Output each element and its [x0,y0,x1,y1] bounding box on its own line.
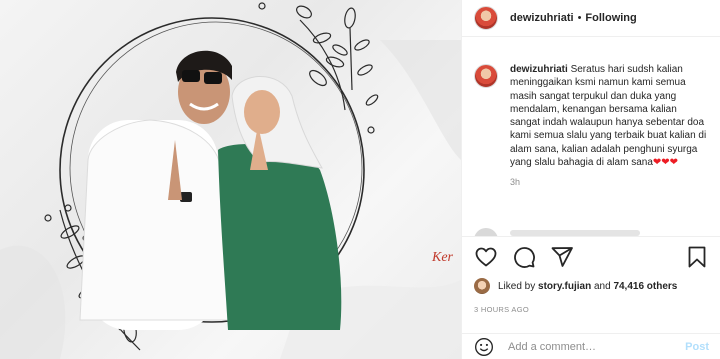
heart-emojis: ❤❤❤ [652,157,679,169]
comment-icon[interactable] [512,245,536,269]
header-username[interactable]: dewizuhriati [510,12,574,24]
post-photo-illustration [0,2,461,359]
comment-input[interactable] [508,340,686,353]
caption-body: Seratus hari sudsh kalian meninggaikan k… [510,64,707,169]
share-icon[interactable] [550,245,574,269]
caption-username[interactable]: dewizuhriati [510,64,568,75]
heart-icon[interactable] [474,245,498,269]
likes-text: Liked by story.fujian and 74,416 others [498,281,677,292]
bookmark-icon[interactable] [685,245,709,269]
post-header: dewizuhriati • Following [462,0,720,37]
post-side-panel: dewizuhriati • Following dewizuhriati Se… [461,0,720,359]
caption-avatar[interactable] [474,64,498,88]
action-bar [462,236,720,276]
following-button[interactable]: Following [585,12,636,24]
liker-avatar[interactable] [474,278,490,294]
likes-count[interactable]: 74,416 others [613,281,677,292]
emoji-icon[interactable] [474,337,494,357]
posted-time[interactable]: 3 HOURS AGO [474,305,529,314]
woman-figure [218,76,342,330]
man-figure [79,50,232,330]
next-comment-partial [474,228,714,236]
overlay-text: Ker [432,250,453,265]
caption-time[interactable]: 3h [510,177,708,187]
post-button[interactable]: Post [685,341,709,353]
caption-comment: dewizuhriati Seratus hari sudsh kalian m… [462,37,720,187]
add-comment-bar: Post [462,333,720,359]
separator-dot: • [577,12,582,24]
likes-prefix: Liked by [498,280,536,292]
avatar[interactable] [474,6,498,30]
likes-summary: Liked by story.fujian and 74,416 others [474,278,677,294]
caption-block: dewizuhriati Seratus hari sudsh kalian m… [510,63,708,187]
caption-text: dewizuhriati Seratus hari sudsh kalian m… [510,63,708,169]
liker-username[interactable]: story.fujian [538,281,591,292]
post-image[interactable]: Ker [0,0,461,359]
next-comment-avatar [474,228,498,236]
likes-conjunction: and [593,280,611,292]
